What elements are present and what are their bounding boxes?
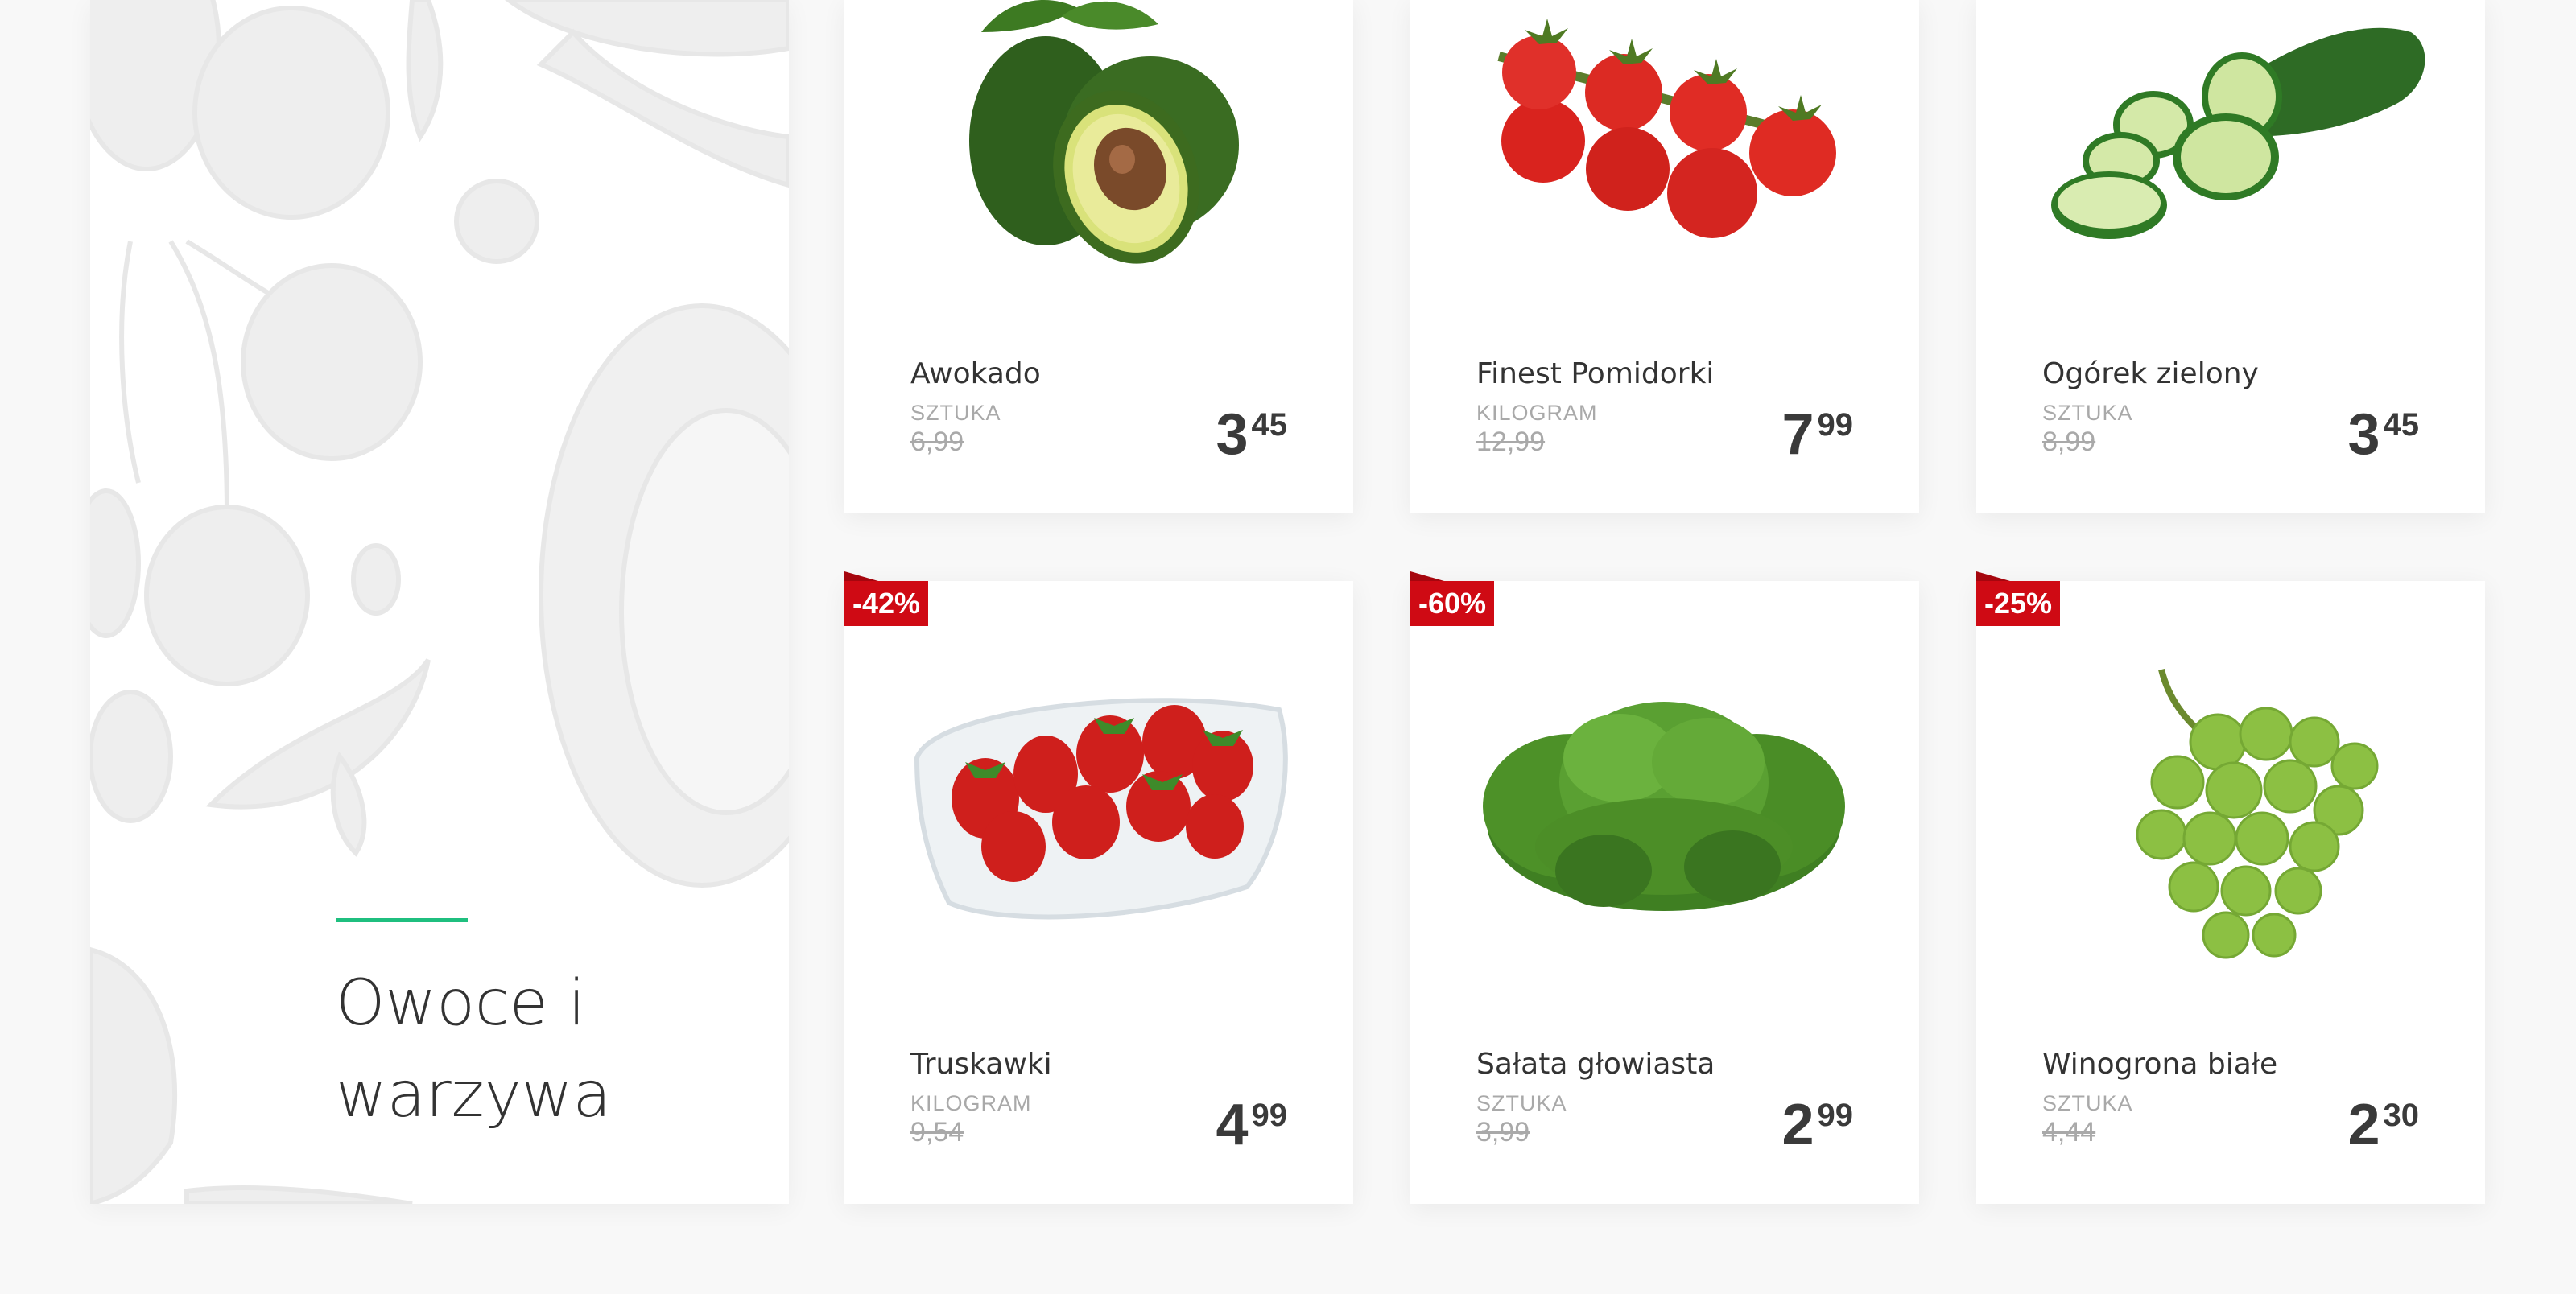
price-integer: 3 [2347, 402, 2380, 467]
price-decimal: 45 [1251, 407, 1288, 443]
green-grapes-image [2136, 669, 2379, 959]
product-old-price: 4,44 [2042, 1117, 2096, 1148]
price-decimal: 99 [1817, 1098, 1854, 1133]
category-panel[interactable]: Owoce i warzywa [90, 0, 789, 1204]
product-name[interactable]: Awokado [910, 357, 1041, 390]
product-card-truskawki[interactable]: -42% Truskawki KILOGRAM 9,54 4 99 [844, 571, 1353, 1204]
product-price: 2 30 [2347, 1096, 2419, 1154]
product-name[interactable]: Ogórek zielony [2042, 357, 2259, 390]
product-unit: SZTUKA [1476, 1091, 1567, 1115]
lettuce-image [1483, 702, 1845, 911]
product-grid-page: Owoce i warzywa Awokado SZTUKA 6,99 345 [0, 0, 2576, 1294]
badge-flag [1976, 571, 2010, 581]
product-old-price: 9,54 [910, 1117, 964, 1148]
product-price: 4 99 [1216, 1096, 1287, 1154]
price-decimal: 99 [1817, 407, 1854, 443]
badge-flag [1410, 571, 1444, 581]
product-old-price: 6,99 [910, 427, 964, 457]
price-decimal: 45 [2383, 407, 2420, 443]
product-unit: SZTUKA [2042, 401, 2133, 425]
price-integer: 2 [2347, 1093, 2380, 1157]
product-old-price: 8,99 [2042, 427, 2096, 457]
product-price: 3 45 [2347, 406, 2419, 464]
price-integer: 3 [1216, 402, 1249, 467]
product-unit: SZTUKA [2042, 1091, 2133, 1115]
strawberries-image [914, 698, 1288, 920]
product-card-winogrona-biale[interactable]: -25% Winogrona białe SZTUKA 4,44 2 30 [1976, 571, 2485, 1204]
product-name[interactable]: Sałata głowiasta [1476, 1048, 1715, 1081]
price-integer: 2 [1781, 1093, 1814, 1157]
category-title[interactable]: Owoce i warzywa [336, 958, 754, 1141]
product-name[interactable]: Truskawki [910, 1048, 1052, 1081]
product-unit: KILOGRAM [910, 1091, 1032, 1115]
cherry-tomatoes-image [1497, 19, 1836, 238]
badge-flag [844, 571, 878, 581]
cucumber-image [2051, 27, 2425, 239]
product-unit: KILOGRAM [1476, 401, 1598, 425]
product-price: 2 99 [1781, 1096, 1853, 1154]
product-old-price: 3,99 [1476, 1117, 1530, 1148]
category-accent-line [336, 918, 468, 922]
price-integer: 4 [1216, 1093, 1249, 1157]
product-card-awokado[interactable]: Awokado SZTUKA 6,99 3 45 [844, 0, 1353, 513]
product-card-finest-pomidorki[interactable]: Finest Pomidorki KILOGRAM 12,99 7 99 [1410, 0, 1919, 513]
category-title-line-1: Owoce i [336, 967, 586, 1040]
product-card-salata-glowiasta[interactable]: -60% Sałata głowiasta SZTUKA 3,99 2 99 [1410, 571, 1919, 1204]
product-card-ogorek-zielony[interactable]: Ogórek zielony SZTUKA 8,99 3 45 [1976, 0, 2485, 513]
price-decimal: 30 [2383, 1098, 2420, 1133]
price-decimal: 99 [1251, 1098, 1288, 1133]
product-name[interactable]: Winogrona białe [2042, 1048, 2277, 1081]
product-old-price: 12,99 [1476, 427, 1546, 457]
price-integer: 7 [1781, 402, 1814, 467]
avocado-image [969, 0, 1239, 264]
product-price: 7 99 [1781, 406, 1853, 464]
product-unit: SZTUKA [910, 401, 1001, 425]
category-title-line-2: warzywa [336, 1059, 612, 1131]
product-name[interactable]: Finest Pomidorki [1476, 357, 1714, 390]
product-price: 3 45 [1216, 406, 1287, 464]
